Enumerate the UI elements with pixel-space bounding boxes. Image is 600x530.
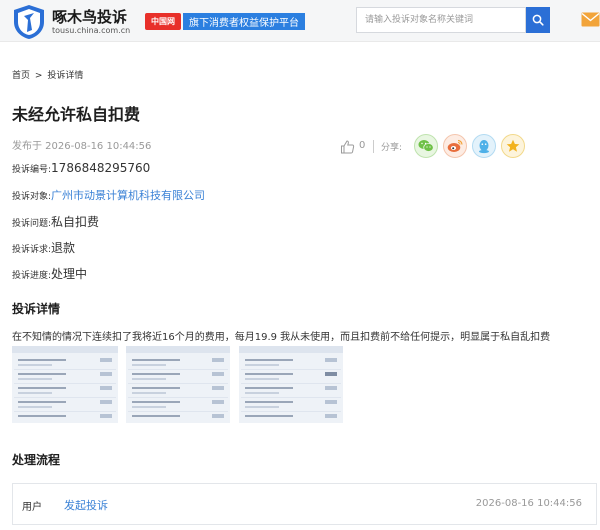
- share-qq-button[interactable]: [472, 134, 496, 158]
- field-label: 投诉诉求:: [12, 245, 52, 255]
- page-title: 未经允许私自扣费: [12, 105, 141, 124]
- woodpecker-shield-icon: [14, 5, 44, 39]
- share-divider: [373, 140, 374, 153]
- complaint-issue-row: 投诉问题: 私自扣费: [12, 213, 99, 229]
- field-label: 投诉编号:: [12, 165, 52, 175]
- details-section-title: 投诉详情: [12, 302, 61, 316]
- logo-url: tousu.china.com.cn: [52, 26, 131, 35]
- complaint-issue: 私自扣费: [51, 215, 100, 229]
- flow-user-label: 用户: [22, 502, 42, 513]
- complaint-progress: 处理中: [51, 267, 88, 281]
- complaint-number: 1786848295760: [51, 161, 151, 175]
- share-weibo-button[interactable]: [443, 134, 467, 158]
- breadcrumb-separator: >: [34, 71, 43, 81]
- partner-slogan: 旗下消费者权益保护平台: [183, 13, 305, 30]
- flow-section-title: 处理流程: [12, 453, 61, 467]
- breadcrumb-current: 投诉详情: [47, 71, 84, 81]
- complaint-target-row: 投诉对象: 广州市动景计算机科技有限公司: [12, 187, 205, 203]
- complaint-number-row: 投诉编号: 1786848295760: [12, 161, 150, 177]
- breadcrumb-home[interactable]: 首页: [12, 71, 30, 81]
- complaint-progress-row: 投诉进度: 处理中: [12, 265, 87, 281]
- like-count: 0: [359, 140, 366, 151]
- flow-entry: 用户 发起投诉 2026-08-16 10:44:56: [12, 483, 597, 525]
- complaint-demand-row: 投诉诉求: 退款: [12, 239, 75, 255]
- logo-title: 啄木鸟投诉: [52, 8, 128, 26]
- china-net-logo: 中国网: [145, 13, 181, 30]
- share-label: 分享:: [381, 143, 403, 153]
- breadcrumb: 首页 > 投诉详情: [12, 68, 85, 81]
- mail-icon[interactable]: [581, 12, 600, 27]
- evidence-thumbnail[interactable]: [12, 346, 118, 423]
- flow-time: 2026-08-16 10:44:56: [475, 498, 582, 509]
- search-button[interactable]: [526, 7, 550, 33]
- weibo-icon: [447, 139, 463, 152]
- share-wechat-button[interactable]: [414, 134, 438, 158]
- field-label: 投诉对象:: [12, 192, 52, 202]
- site-header: 啄木鸟投诉 tousu.china.com.cn 中国网 旗下消费者权益保护平台: [0, 0, 600, 42]
- share-qzone-button[interactable]: [501, 134, 525, 158]
- complaint-target-link[interactable]: 广州市动景计算机科技有限公司: [51, 187, 205, 203]
- evidence-thumbnail[interactable]: [126, 346, 230, 423]
- partner-banner[interactable]: 中国网 旗下消费者权益保护平台: [145, 13, 305, 30]
- search-icon: [532, 14, 544, 26]
- qzone-star-icon: [506, 139, 520, 152]
- site-logo[interactable]: 啄木鸟投诉 tousu.china.com.cn: [12, 4, 137, 40]
- publish-time: 发布于 2026-08-16 10:44:56: [12, 141, 152, 152]
- field-label: 投诉问题:: [12, 219, 52, 229]
- details-text: 在不知情的情况下连续扣了我将近16个月的费用，每月19.9 我从未使用，而且扣费…: [12, 332, 551, 343]
- evidence-thumbnail[interactable]: [239, 346, 343, 423]
- thumbs-up-icon[interactable]: [340, 139, 355, 155]
- search-input[interactable]: [356, 7, 526, 33]
- wechat-icon: [418, 140, 434, 152]
- field-label: 投诉进度:: [12, 271, 52, 281]
- flow-action-link[interactable]: 发起投诉: [64, 497, 108, 513]
- complaint-demand: 退款: [51, 241, 76, 255]
- qq-icon: [479, 139, 489, 153]
